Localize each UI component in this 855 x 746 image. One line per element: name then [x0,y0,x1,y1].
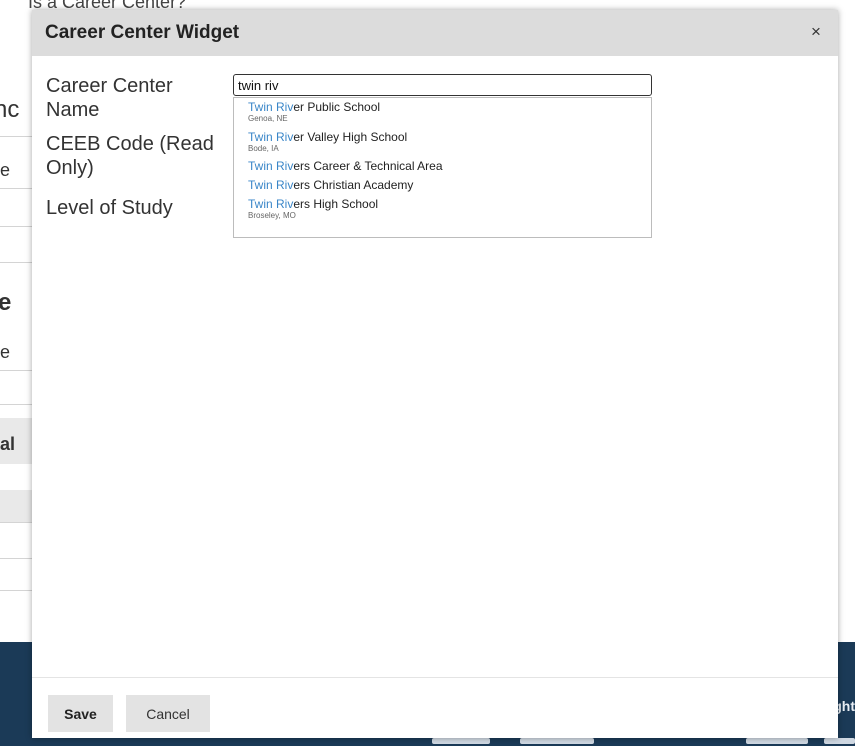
background-fragment: al [0,434,16,454]
save-button[interactable]: Save [48,695,113,732]
divider [0,226,32,227]
suggestion-name: ers Christian Academy [293,178,414,192]
level-of-study-label: Level of Study [46,197,173,219]
cancel-button[interactable]: Cancel [126,695,210,732]
suggestion-match: Twin Riv [248,178,294,192]
divider [0,136,32,137]
suggestion-item[interactable]: Twin River Valley High School Bode, IA [234,130,651,154]
divider [0,370,32,371]
suggestion-location: Genoa, NE [248,114,288,123]
dialog-body: Career Center Name Twin River Public Sch… [32,56,838,677]
suggestion-location: Bode, IA [248,144,279,153]
career-center-dialog: Career Center Widget × Career Center Nam… [32,10,838,738]
divider [0,262,32,263]
background-fragment: e [0,160,11,180]
footer-links [420,738,855,746]
background-fragment: e [0,289,12,316]
suggestion-match: Twin Riv [248,130,294,144]
suggestion-match: Twin Riv [248,197,294,211]
suggestion-name: er Valley High School [293,130,408,144]
dialog-footer: Save Cancel [32,677,838,738]
suggestion-item[interactable]: Twin Rivers High School Broseley, MO [234,197,651,221]
suggestion-location: Broseley, MO [248,211,296,220]
suggestion-item[interactable]: Twin Rivers Career & Technical Area [234,157,651,176]
divider [0,522,32,523]
divider [0,590,32,591]
suggestion-item[interactable]: Twin River Public School Genoa, NE [234,100,651,124]
suggestion-name: er Public School [293,100,381,114]
suggestion-name: ers Career & Technical Area [293,159,443,173]
background-fragment: e [0,342,11,362]
career-center-name-label: Career Center Name [46,75,173,121]
table-row-shade [0,490,32,522]
divider [0,404,32,405]
suggestion-name: ers High School [293,197,379,211]
close-button[interactable]: × [806,22,826,42]
suggestion-match: Twin Riv [248,159,294,173]
divider [0,558,32,559]
suggestion-item[interactable]: Twin Rivers Christian Academy [234,176,651,195]
career-center-name-input[interactable] [233,74,652,96]
dialog-title: Career Center Widget [45,22,240,43]
ceeb-code-label: CEEB Code (Read Only) [46,133,214,179]
background-fragment: nc [0,96,20,123]
autocomplete-dropdown: Twin River Public School Genoa, NE Twin … [233,97,652,238]
suggestion-match: Twin Riv [248,100,294,114]
dialog-header: Career Center Widget × [32,10,838,56]
divider [0,188,32,189]
